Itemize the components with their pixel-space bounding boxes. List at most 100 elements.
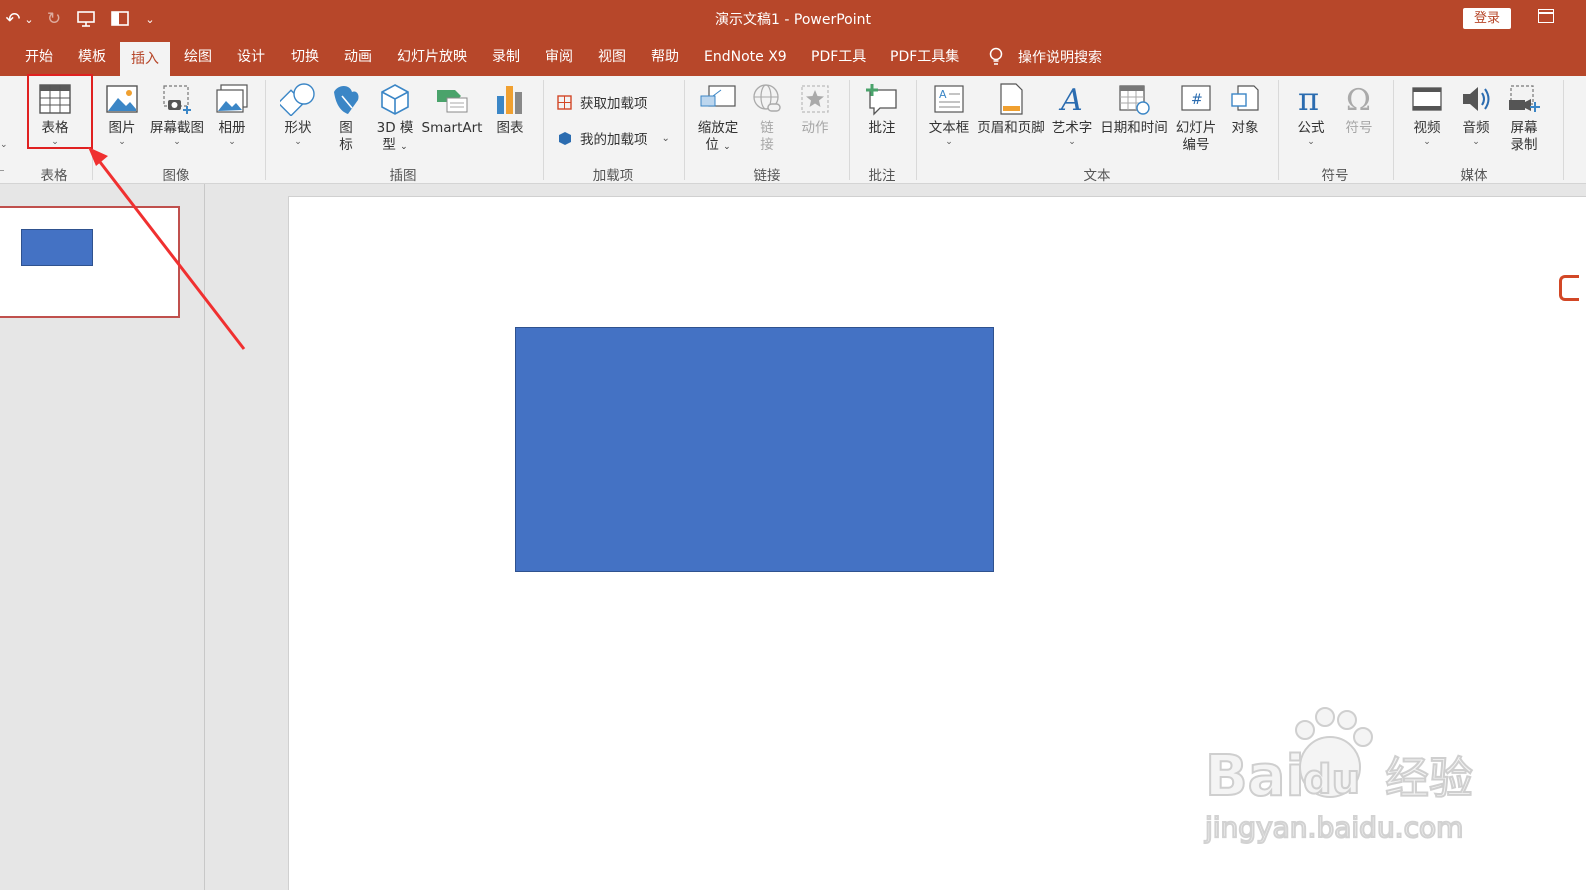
baidu-watermark-logo: Bai du 经验 jingyan.baidu.com	[1203, 707, 1474, 845]
insert-3d-model-button[interactable]: 3D 模 型 ⌄	[373, 82, 417, 156]
svg-text:π: π	[1298, 82, 1319, 116]
tab-endnote[interactable]: EndNote X9	[704, 38, 787, 76]
video-film-icon	[1412, 87, 1442, 111]
comment-label: 批注	[868, 120, 896, 136]
insert-picture-button[interactable]: 图片 ⌄	[101, 82, 143, 147]
insert-slide-number-button[interactable]: # 幻灯片 编号	[1172, 82, 1220, 154]
tab-animations[interactable]: 动画	[344, 38, 372, 76]
equation-label: 公式	[1297, 120, 1325, 136]
insert-smartart-button[interactable]: SmartArt	[420, 82, 484, 137]
tab-home[interactable]: 开始	[25, 38, 53, 76]
rectangle-shape[interactable]	[515, 327, 994, 572]
annotation-highlight-box	[27, 74, 93, 149]
insert-chart-button[interactable]: 图表	[490, 82, 530, 137]
my-addins-icon	[559, 132, 571, 145]
pi-equation-icon: π	[1298, 82, 1319, 116]
side-panel-badge-icon[interactable]	[1559, 275, 1579, 301]
screen-recording-label-2: 录制	[1510, 137, 1538, 153]
svg-text:A: A	[939, 88, 947, 101]
group-label-links: 链接	[753, 168, 781, 184]
insert-icons-button[interactable]: 图 标	[330, 82, 362, 154]
group-separator	[1393, 80, 1394, 180]
chart-icon	[497, 86, 522, 114]
watermark-url: jingyan.baidu.com	[1204, 811, 1463, 844]
thumbnail-rectangle-shape	[21, 229, 93, 266]
smartart-label: SmartArt	[421, 120, 483, 136]
chevron-down-icon: ⌄	[118, 137, 126, 147]
insert-equation-button[interactable]: π 公式 ⌄	[1290, 82, 1332, 147]
insert-audio-button[interactable]: 音频 ⌄	[1455, 82, 1497, 147]
action-label: 动作	[801, 120, 829, 136]
insert-screenshot-button[interactable]: 屏幕截图 ⌄	[146, 82, 208, 147]
svg-text:#: #	[1191, 92, 1203, 108]
insert-textbox-button[interactable]: A 文本框 ⌄	[926, 82, 972, 147]
login-button[interactable]: 登录	[1463, 8, 1511, 29]
insert-object-button[interactable]: 对象	[1224, 82, 1266, 137]
group-label-images: 图像	[162, 168, 190, 184]
tab-templates[interactable]: 模板	[78, 38, 106, 76]
action-star-icon	[801, 85, 829, 113]
tab-transitions[interactable]: 切换	[291, 38, 319, 76]
wordart-label: 艺术字	[1051, 120, 1093, 136]
insert-photo-album-button[interactable]: 相册 ⌄	[212, 82, 252, 147]
group-separator	[1278, 80, 1279, 180]
chevron-down-icon: ⌄	[945, 137, 953, 147]
tab-draw[interactable]: 绘图	[184, 38, 212, 76]
zoom-label-2: 位 ⌄	[694, 137, 742, 156]
tab-insert[interactable]: 插入	[120, 42, 170, 76]
picture-label: 图片	[108, 120, 136, 136]
lightbulb-icon	[989, 47, 1003, 65]
tab-pdf-toolset[interactable]: PDF工具集	[890, 38, 959, 76]
tell-me-label: 操作说明搜索	[1018, 50, 1102, 66]
insert-comment-button[interactable]: 批注	[860, 82, 904, 137]
get-addins-label: 获取加载项	[580, 96, 648, 112]
ribbon-display-options-icon[interactable]	[1538, 9, 1554, 23]
insert-shapes-button[interactable]: 形状 ⌄	[278, 82, 318, 147]
tab-design[interactable]: 设计	[237, 38, 265, 76]
date-time-label: 日期和时间	[1100, 120, 1168, 136]
object-label: 对象	[1231, 120, 1259, 136]
tab-slideshow[interactable]: 幻灯片放映	[397, 38, 467, 76]
header-footer-button[interactable]: 页眉和页脚	[974, 82, 1048, 137]
group-label-table: 表格	[40, 168, 68, 184]
group-edge	[0, 170, 4, 171]
screenshot-icon	[163, 85, 191, 114]
group-separator	[684, 80, 685, 180]
tab-view[interactable]: 视图	[598, 38, 626, 76]
get-addins-button[interactable]: 获取加载项	[556, 92, 648, 112]
chart-label: 图表	[496, 120, 524, 136]
slide-thumbnail-pane[interactable]	[0, 184, 205, 890]
screen-recording-button[interactable]: 屏幕 录制	[1503, 82, 1545, 154]
slide-thumbnail[interactable]	[0, 206, 180, 318]
shapes-label: 形状	[284, 120, 312, 136]
group-separator	[265, 80, 266, 180]
omega-symbol-icon: Ω	[1346, 83, 1371, 116]
chevron-down-icon: ⌄	[1307, 137, 1315, 147]
insert-link-button[interactable]: 链 接	[750, 82, 784, 154]
tab-help[interactable]: 帮助	[651, 38, 679, 76]
group-label-comments: 批注	[868, 168, 896, 184]
object-icon	[1231, 85, 1259, 111]
group-separator	[543, 80, 544, 180]
insert-zoom-button[interactable]: 缩放定 位 ⌄	[694, 82, 742, 156]
group-label-text: 文本	[1083, 168, 1111, 184]
insert-date-time-button[interactable]: 日期和时间	[1098, 82, 1170, 137]
tab-review[interactable]: 审阅	[545, 38, 573, 76]
insert-video-button[interactable]: 视频 ⌄	[1405, 82, 1449, 147]
chevron-down-icon: ⌄	[661, 132, 670, 144]
video-label: 视频	[1413, 120, 1441, 136]
watermark-cn: 经验	[1385, 753, 1473, 804]
scroll-left-chevron-icon[interactable]: ⌄	[0, 140, 8, 150]
insert-symbol-button[interactable]: Ω 符号	[1338, 82, 1380, 137]
ribbon-tabs: 开始 模板 插入 绘图 设计 切换 动画 幻灯片放映 录制 审阅 视图 帮助 E…	[0, 38, 1586, 76]
chevron-down-icon: ⌄	[294, 137, 302, 147]
tell-me-search[interactable]: 操作说明搜索	[988, 38, 1102, 76]
zoom-label-2-text: 位	[705, 137, 719, 153]
chevron-down-icon: ⌄	[228, 137, 236, 147]
tab-record[interactable]: 录制	[492, 38, 520, 76]
icons-label-2: 标	[339, 137, 353, 153]
tab-pdf-tools[interactable]: PDF工具	[811, 38, 866, 76]
insert-action-button[interactable]: 动作	[795, 82, 835, 137]
insert-wordart-button[interactable]: A 艺术字 ⌄	[1050, 82, 1094, 147]
my-addins-button[interactable]: 我的加载项 ⌄	[556, 128, 670, 148]
